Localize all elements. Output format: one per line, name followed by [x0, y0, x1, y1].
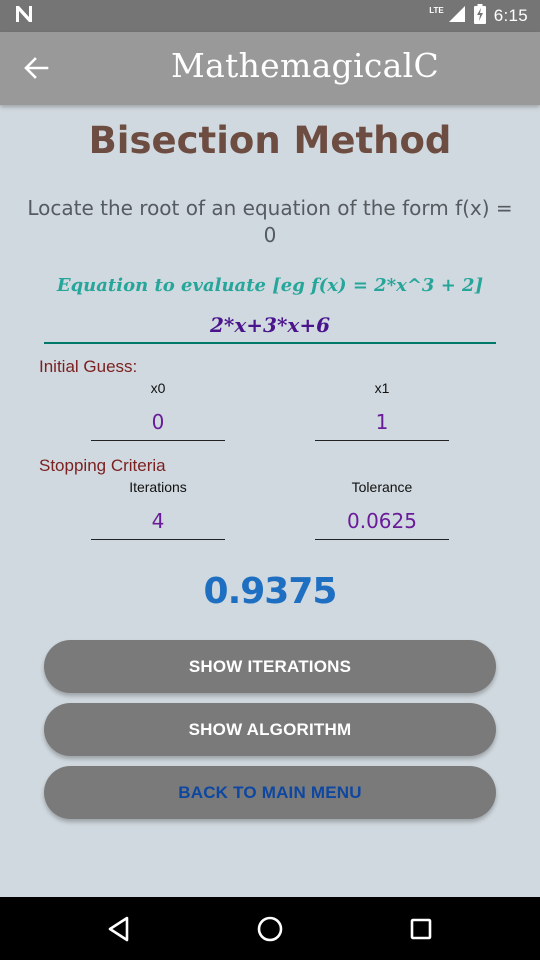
- app-bar: MathemagicalC: [0, 32, 540, 105]
- tolerance-caption: Tolerance: [351, 479, 413, 495]
- network-type-label: LTE: [429, 5, 444, 15]
- app-title: MathemagicalC: [170, 46, 439, 85]
- recents-square-icon[interactable]: [405, 913, 437, 945]
- notification-n-icon: [14, 5, 34, 28]
- system-nav-bar: [0, 897, 540, 960]
- back-triangle-icon[interactable]: [103, 913, 135, 945]
- tolerance-input[interactable]: [315, 502, 449, 540]
- main-content: Bisection Method Locate the root of an e…: [0, 105, 540, 897]
- home-circle-icon[interactable]: [254, 913, 286, 945]
- show-algorithm-button[interactable]: SHOW ALGORITHM: [44, 703, 496, 756]
- equation-label: Equation to evaluate [eg f(x) = 2*x^3 + …: [56, 275, 484, 296]
- iterations-input[interactable]: [91, 502, 225, 540]
- status-time: 6:15: [493, 6, 528, 25]
- iterations-caption: Iterations: [129, 479, 187, 495]
- status-bar: LTE 6:15: [0, 0, 540, 32]
- x1-caption: x1: [374, 380, 390, 396]
- battery-charging-icon: [473, 3, 486, 29]
- x0-caption: x0: [150, 380, 166, 396]
- stopping-criteria-label: Stopping Criteria: [39, 456, 166, 475]
- signal-icon: [448, 5, 466, 28]
- equation-input[interactable]: [44, 307, 496, 344]
- show-iterations-button[interactable]: SHOW ITERATIONS: [44, 640, 496, 693]
- x1-input[interactable]: [315, 403, 449, 441]
- x0-input[interactable]: [91, 403, 225, 441]
- result-value: 0.9375: [203, 571, 338, 612]
- initial-guess-label: Initial Guess:: [39, 357, 138, 376]
- page-title: Bisection Method: [88, 119, 452, 162]
- back-to-main-menu-button[interactable]: BACK TO MAIN MENU: [44, 766, 496, 819]
- page-description: Locate the root of an equation of the fo…: [27, 196, 513, 247]
